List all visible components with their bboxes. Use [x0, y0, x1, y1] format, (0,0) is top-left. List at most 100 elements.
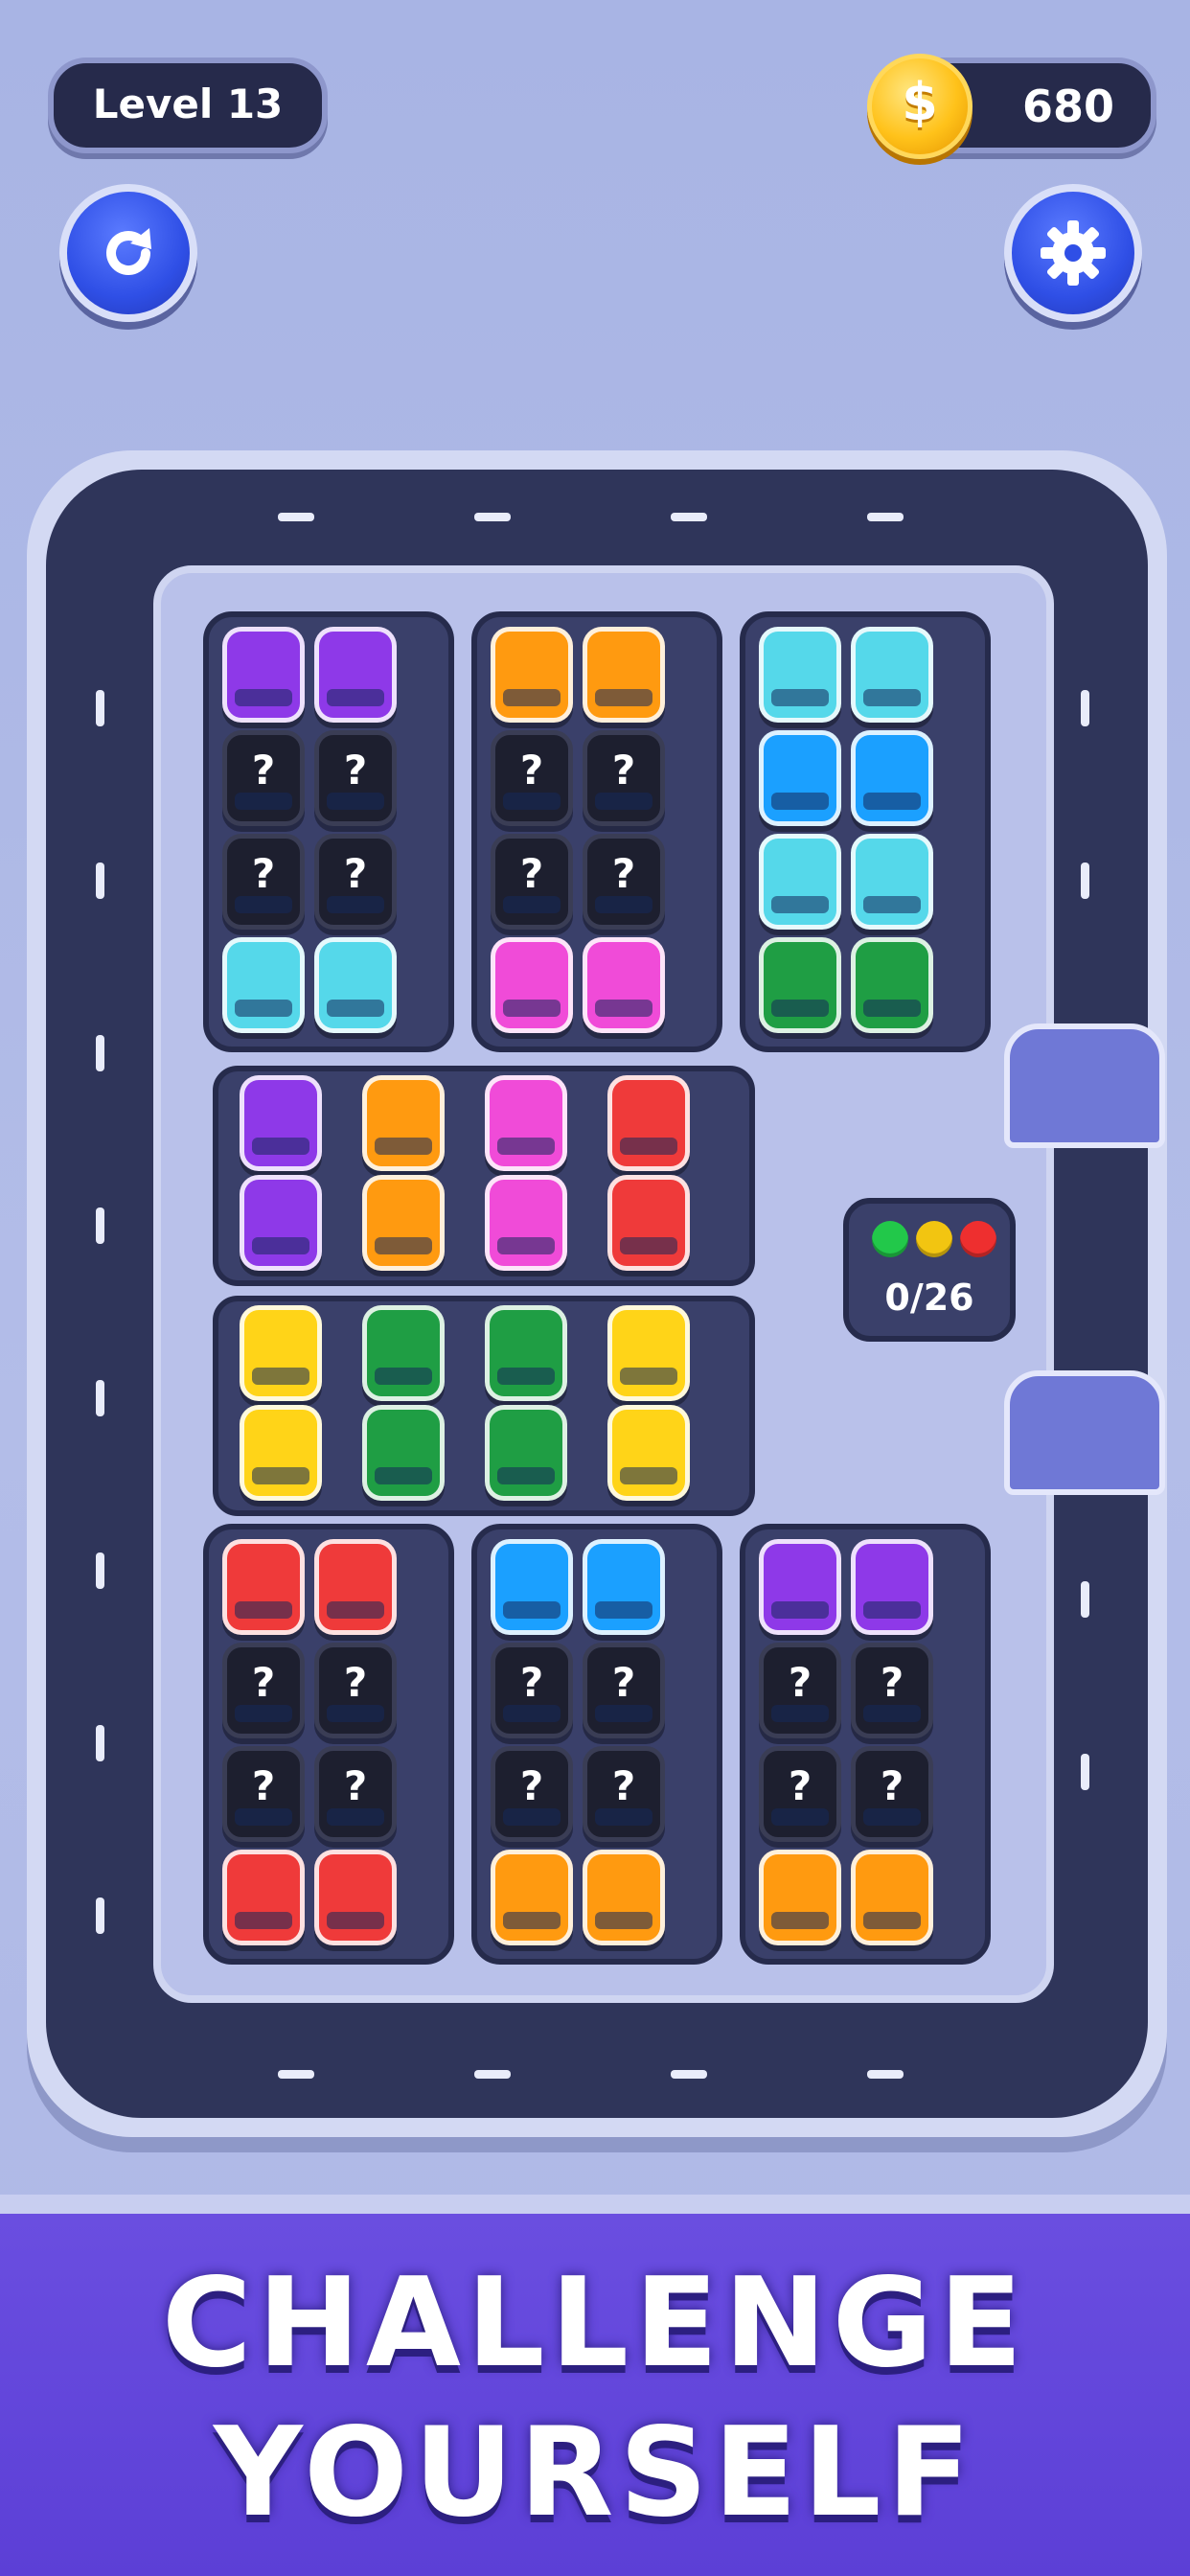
road-dash [474, 513, 511, 521]
question-mark-icon: ? [519, 1659, 544, 1706]
question-mark-icon: ? [343, 850, 368, 897]
car-green[interactable] [759, 937, 841, 1033]
road-dash [1081, 690, 1089, 726]
car-yellow[interactable] [607, 1405, 690, 1501]
car-orange[interactable] [362, 1075, 445, 1171]
car-orange[interactable] [759, 1850, 841, 1945]
mystery-car[interactable]: ? [314, 834, 397, 930]
car-orange[interactable] [362, 1175, 445, 1271]
car-blue[interactable] [851, 730, 933, 826]
road-dash [96, 1035, 104, 1071]
car-green[interactable] [485, 1405, 567, 1501]
car-pink[interactable] [583, 937, 665, 1033]
car-yellow[interactable] [607, 1305, 690, 1401]
road-dash [96, 1898, 104, 1934]
mystery-car[interactable]: ? [491, 1746, 573, 1842]
tunnel-lower [1004, 1370, 1165, 1495]
mystery-car[interactable]: ? [851, 1643, 933, 1738]
car-orange[interactable] [583, 627, 665, 723]
car-purple[interactable] [222, 627, 305, 723]
car-blue[interactable] [583, 1539, 665, 1635]
mystery-car[interactable]: ? [851, 1746, 933, 1842]
red-light [960, 1221, 996, 1257]
question-mark-icon: ? [880, 1762, 904, 1809]
car-orange[interactable] [491, 1850, 573, 1945]
car-red[interactable] [607, 1175, 690, 1271]
car-cyan[interactable] [851, 834, 933, 930]
question-mark-icon: ? [880, 1659, 904, 1706]
question-mark-icon: ? [611, 1762, 636, 1809]
mystery-car[interactable]: ? [759, 1746, 841, 1842]
mystery-car[interactable]: ? [491, 1643, 573, 1738]
car-red[interactable] [314, 1539, 397, 1635]
question-mark-icon: ? [611, 1659, 636, 1706]
question-mark-icon: ? [251, 747, 276, 794]
question-mark-icon: ? [611, 850, 636, 897]
level-pill: Level 13 [48, 58, 328, 153]
mystery-car[interactable]: ? [583, 1746, 665, 1842]
road-dash [278, 513, 314, 521]
gear-icon [1041, 220, 1106, 286]
car-cyan[interactable] [314, 937, 397, 1033]
car-cyan[interactable] [851, 627, 933, 723]
mystery-car[interactable]: ? [222, 1746, 305, 1842]
mystery-car[interactable]: ? [222, 1643, 305, 1738]
car-green[interactable] [362, 1405, 445, 1501]
mystery-car[interactable]: ? [314, 1746, 397, 1842]
car-purple[interactable] [240, 1075, 322, 1171]
mystery-car[interactable]: ? [759, 1643, 841, 1738]
mystery-car[interactable]: ? [314, 730, 397, 826]
car-red[interactable] [222, 1850, 305, 1945]
car-red[interactable] [222, 1539, 305, 1635]
road-dash [671, 2070, 707, 2079]
road-dash [1081, 1754, 1089, 1790]
car-green[interactable] [362, 1305, 445, 1401]
mystery-car[interactable]: ? [491, 730, 573, 826]
car-orange[interactable] [491, 627, 573, 723]
car-yellow[interactable] [240, 1305, 322, 1401]
road-dash [1081, 1581, 1089, 1618]
car-red[interactable] [314, 1850, 397, 1945]
restart-button[interactable] [59, 184, 197, 322]
car-pink[interactable] [485, 1175, 567, 1271]
car-cyan[interactable] [222, 937, 305, 1033]
road-dash [1081, 862, 1089, 899]
car-red[interactable] [607, 1075, 690, 1171]
car-green[interactable] [485, 1305, 567, 1401]
car-cyan[interactable] [759, 627, 841, 723]
road-dash [867, 513, 904, 521]
mystery-car[interactable]: ? [583, 834, 665, 930]
coin-icon: $ [867, 54, 973, 159]
road-dash [278, 2070, 314, 2079]
road-dash [96, 862, 104, 899]
coin-count: 680 [1021, 80, 1114, 132]
car-purple[interactable] [314, 627, 397, 723]
settings-button[interactable] [1004, 184, 1142, 322]
road-dash [96, 1725, 104, 1761]
car-blue[interactable] [491, 1539, 573, 1635]
question-mark-icon: ? [343, 1659, 368, 1706]
mystery-car[interactable]: ? [222, 834, 305, 930]
question-mark-icon: ? [519, 1762, 544, 1809]
restart-icon [106, 228, 151, 275]
car-orange[interactable] [583, 1850, 665, 1945]
yellow-light [916, 1221, 952, 1257]
car-cyan[interactable] [759, 834, 841, 930]
car-purple[interactable] [240, 1175, 322, 1271]
car-orange[interactable] [851, 1850, 933, 1945]
mystery-car[interactable]: ? [583, 1643, 665, 1738]
cars-counter: 0/26 [884, 1276, 974, 1319]
car-yellow[interactable] [240, 1405, 322, 1501]
mystery-car[interactable]: ? [222, 730, 305, 826]
mystery-car[interactable]: ? [491, 834, 573, 930]
question-mark-icon: ? [611, 747, 636, 794]
car-blue[interactable] [759, 730, 841, 826]
mystery-car[interactable]: ? [314, 1643, 397, 1738]
car-pink[interactable] [491, 937, 573, 1033]
question-mark-icon: ? [251, 1659, 276, 1706]
mystery-car[interactable]: ? [583, 730, 665, 826]
car-purple[interactable] [851, 1539, 933, 1635]
car-pink[interactable] [485, 1075, 567, 1171]
car-purple[interactable] [759, 1539, 841, 1635]
car-green[interactable] [851, 937, 933, 1033]
